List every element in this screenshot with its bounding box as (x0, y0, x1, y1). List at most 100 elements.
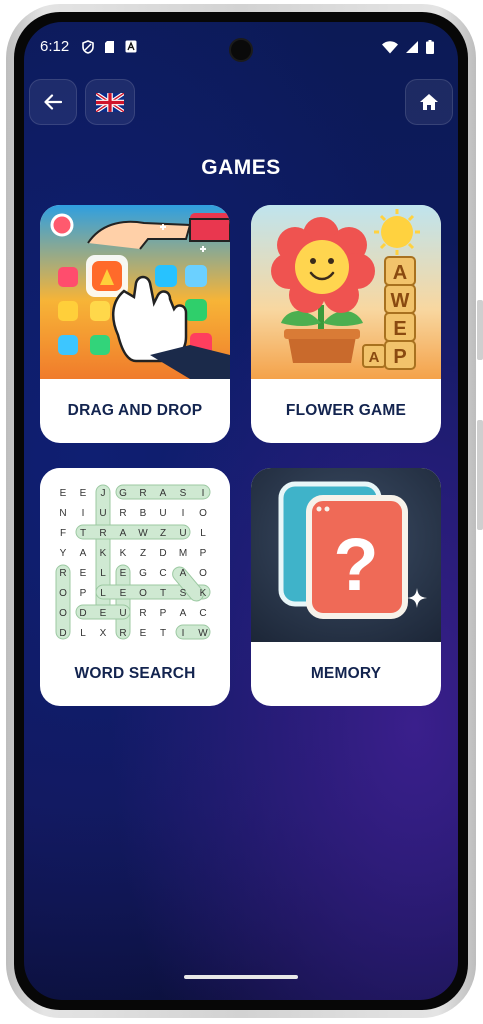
grid-letter: W (138, 528, 148, 539)
grid-letter: G (119, 488, 127, 499)
letter-tile: A (393, 262, 407, 284)
grid-letter: T (80, 528, 86, 539)
status-time: 6:12 (40, 38, 70, 55)
grid-letter: O (59, 608, 67, 619)
uk-flag-icon (96, 92, 124, 112)
grid-letter: B (140, 508, 147, 519)
grid-letter: E (140, 628, 147, 639)
grid-letter: T (160, 628, 166, 639)
letter-tile: P (393, 346, 406, 368)
grid-letter: R (119, 508, 126, 519)
signal-icon (406, 41, 418, 53)
grid-letter: A (180, 568, 187, 579)
grid-letter: T (160, 588, 166, 599)
grid-letter: L (100, 588, 106, 599)
game-card-flower-game[interactable]: A W E P A FLOWER GAME (251, 205, 441, 443)
home-button[interactable] (405, 79, 453, 125)
grid-letter: P (200, 548, 207, 559)
grid-letter: J (101, 488, 106, 499)
sim-card-icon (105, 41, 114, 53)
arrow-left-icon (44, 94, 62, 110)
letter-tile: A (369, 349, 380, 366)
question-mark-icon: ? (333, 523, 378, 606)
grid-letter: C (159, 568, 166, 579)
font-a-icon (125, 40, 137, 53)
drag-and-drop-illustration (40, 205, 230, 379)
grid-letter: C (199, 608, 206, 619)
grid-letter: G (139, 568, 147, 579)
grid-letter: K (200, 588, 207, 599)
volume-button (477, 420, 483, 530)
grid-letter: I (202, 488, 205, 499)
grid-letter: U (159, 508, 166, 519)
memory-cards-illustration: ? (251, 468, 441, 642)
grid-letter: D (159, 548, 166, 559)
grid-letter: Y (60, 548, 67, 559)
grid-letter: A (160, 488, 167, 499)
grid-letter: P (160, 608, 167, 619)
language-button[interactable] (85, 79, 135, 125)
grid-letter: Z (140, 548, 146, 559)
letter-tile: W (391, 290, 410, 312)
grid-letter: M (179, 548, 187, 559)
wifi-icon (382, 40, 398, 53)
grid-letter: U (179, 528, 186, 539)
letter-tile: E (393, 318, 406, 340)
grid-letter: I (182, 628, 185, 639)
grid-letter: U (119, 608, 126, 619)
game-card-word-search[interactable]: EEJGRASINIURBUIOFTRAWZULYAKKZDMPRELEGCAO… (40, 468, 230, 706)
grid-letter: E (60, 488, 67, 499)
grid-letter: O (199, 568, 207, 579)
grid-letter: R (139, 488, 146, 499)
game-card-memory[interactable]: ? MEMORY (251, 468, 441, 706)
grid-letter: U (99, 508, 106, 519)
grid-letter: I (82, 508, 85, 519)
grid-letter: K (100, 548, 107, 559)
grid-letter: D (59, 628, 66, 639)
shield-icon (82, 40, 94, 54)
grid-letter: R (99, 528, 106, 539)
grid-letter: A (80, 548, 87, 559)
grid-letter: E (120, 568, 127, 579)
grid-letter: E (100, 608, 107, 619)
grid-letter: X (100, 628, 107, 639)
grid-letter: E (80, 568, 87, 579)
grid-letter: A (180, 608, 187, 619)
game-card-label: MEMORY (310, 665, 382, 682)
battery-icon (426, 40, 434, 54)
power-button (477, 300, 483, 360)
grid-letter: N (59, 508, 66, 519)
home-icon (420, 94, 438, 110)
grid-letter: E (120, 588, 127, 599)
grid-letter: S (180, 488, 187, 499)
grid-letter: L (100, 568, 106, 579)
grid-letter: O (59, 588, 67, 599)
app-screen: 6:12 GAMES DRAG AND DROP A W E P A FLOWE… (24, 22, 458, 1000)
grid-letter: P (80, 588, 87, 599)
game-card-drag-and-drop[interactable]: DRAG AND DROP (40, 205, 230, 443)
grid-letter: L (200, 528, 206, 539)
gesture-home-bar[interactable] (184, 975, 298, 979)
game-card-label: WORD SEARCH (74, 665, 196, 682)
phone-device: 6:12 GAMES DRAG AND DROP A W E P A FLOWE… (0, 0, 483, 1024)
grid-letter: O (199, 508, 207, 519)
grid-letter: W (198, 628, 208, 639)
grid-letter: E (80, 488, 87, 499)
game-card-label: DRAG AND DROP (67, 402, 203, 419)
front-camera (229, 38, 253, 62)
game-card-label: FLOWER GAME (285, 402, 407, 419)
word-search-illustration: E E J G R A S IN I U R B U I OF T R A W Z U LY A K K Z D M PR E L E G C A O… (40, 468, 230, 642)
grid-letter: K (120, 548, 127, 559)
grid-letter: Z (160, 528, 166, 539)
grid-letter: A (120, 528, 127, 539)
grid-letter: R (59, 568, 66, 579)
grid-letter: D (79, 608, 86, 619)
grid-letter: S (180, 588, 187, 599)
grid-letter: F (60, 528, 66, 539)
grid-letter: R (139, 608, 146, 619)
back-button[interactable] (29, 79, 77, 125)
page-title: GAMES (201, 156, 281, 179)
flower-game-illustration: A W E P A (251, 205, 441, 379)
grid-letter: R (119, 628, 126, 639)
grid-letter: L (80, 628, 86, 639)
